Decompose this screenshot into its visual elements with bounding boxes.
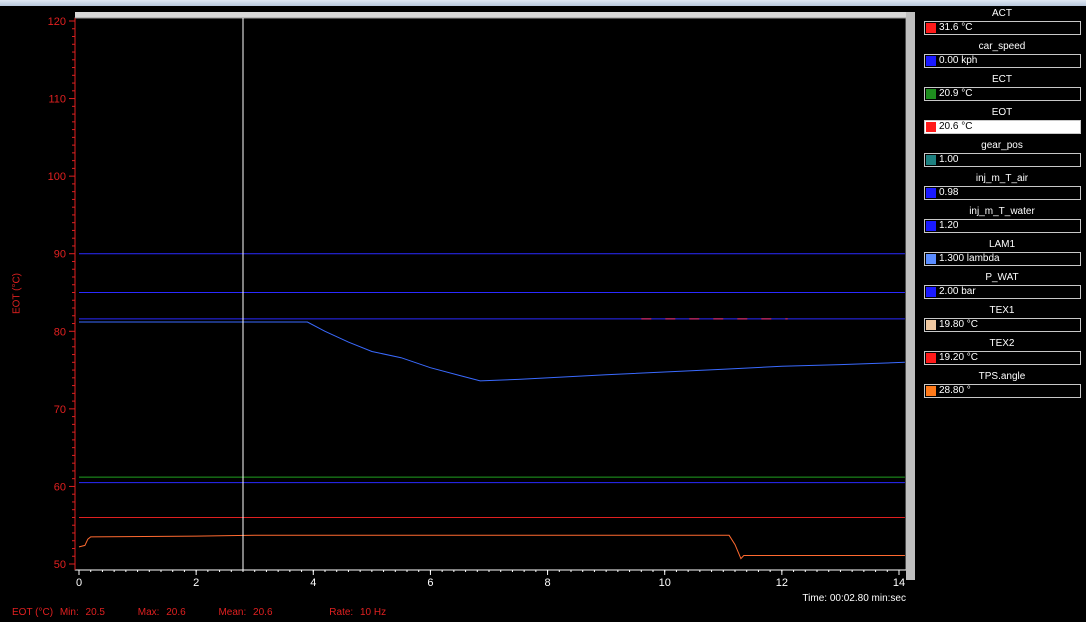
channel-inj-m-t-air[interactable]: inj_m_T_air 0.98 (922, 172, 1082, 205)
y-tick-label: 110 (48, 94, 66, 106)
channel-value: 20.9 °C (939, 88, 973, 99)
channel-lam1[interactable]: LAM1 1.300 lambda (922, 238, 1082, 271)
x-tick-label: 10 (659, 577, 671, 589)
channel-value-box[interactable]: 20.9 °C (924, 87, 1081, 101)
channel-p-wat[interactable]: P_WAT 2.00 bar (922, 271, 1082, 304)
channel-value-box[interactable]: 0.98 (924, 186, 1081, 200)
x-tick-label: 4 (310, 577, 316, 589)
x-tick-label: 2 (193, 577, 199, 589)
stats-min-value: 20.5 (85, 607, 105, 618)
stats-rate-label: Rate: (329, 607, 354, 618)
stats-mean-value: 20.6 (253, 607, 273, 618)
stats-max-label: Max: (137, 607, 160, 618)
channel-color-swatch (926, 122, 936, 132)
y-tick-label: 120 (48, 16, 66, 28)
stats-mean-label: Mean: (218, 607, 247, 618)
channel-value: 1.20 (939, 220, 959, 231)
channel-color-swatch (926, 155, 936, 165)
channel-value-box[interactable]: 19.80 °C (924, 318, 1081, 332)
channel-gear-pos[interactable]: gear_pos 1.00 (922, 139, 1082, 172)
channel-name: EOT (991, 107, 1013, 118)
channel-tex2[interactable]: TEX2 19.20 °C (922, 337, 1082, 370)
channel-value: 0.98 (939, 187, 959, 198)
channel-tps-angle[interactable]: TPS.angle 28.80 ° (922, 370, 1082, 403)
channel-value: 1.00 (939, 154, 959, 165)
channel-name: TEX1 (989, 305, 1015, 316)
channel-inj-m-t-water[interactable]: inj_m_T_water 1.20 (922, 205, 1082, 238)
channel-color-swatch (926, 188, 936, 198)
channel-name: TEX2 (989, 338, 1015, 349)
y-tick-label: 50 (54, 559, 66, 571)
channel-act[interactable]: ACT 31.6 °C (922, 7, 1082, 40)
channel-name: LAM1 (988, 239, 1016, 250)
channel-color-swatch (926, 386, 936, 396)
channel-value: 1.300 lambda (939, 253, 1000, 264)
channel-value-box[interactable]: 2.00 bar (924, 285, 1081, 299)
channel-value-box[interactable]: 1.00 (924, 153, 1081, 167)
channel-value: 31.6 °C (939, 22, 973, 33)
channel-value-box[interactable]: 0.00 kph (924, 54, 1081, 68)
channel-ect[interactable]: ECT 20.9 °C (922, 73, 1082, 106)
y-tick-label: 90 (54, 249, 66, 261)
plot-frame (74, 17, 907, 571)
x-tick-label: 6 (427, 577, 433, 589)
stats-max-value: 20.6 (166, 607, 186, 618)
channel-value: 0.00 kph (939, 55, 978, 66)
y-axis-label: EOT (°C) (11, 272, 23, 315)
channel-value: 28.80 ° (939, 385, 971, 396)
x-tick-label: 12 (776, 577, 788, 589)
channel-color-swatch (926, 287, 936, 297)
channel-tex1[interactable]: TEX1 19.80 °C (922, 304, 1082, 337)
eot-chart[interactable]: 50 60 70 80 90 100 110 120 0 2 4 6 8 10 12 14 (0, 0, 920, 600)
x-tick-label: 0 (76, 577, 82, 589)
plot-right-scrollbar (906, 12, 915, 580)
channel-value: 20.6 °C (939, 121, 973, 132)
y-tick-label: 70 (54, 404, 66, 416)
channel-name: P_WAT (985, 272, 1019, 283)
channel-value-box[interactable]: 19.20 °C (924, 351, 1081, 365)
channel-car-speed[interactable]: car_speed 0.00 kph (922, 40, 1082, 73)
channel-eot[interactable]: EOT 20.6 °C (922, 106, 1082, 139)
channel-value-box[interactable]: 20.6 °C (924, 120, 1081, 134)
channel-name: inj_m_T_water (969, 206, 1035, 217)
channel-value-box[interactable]: 28.80 ° (924, 384, 1081, 398)
channel-name: gear_pos (981, 140, 1023, 151)
channel-color-swatch (926, 353, 936, 363)
channel-name: inj_m_T_air (975, 173, 1029, 184)
channel-value: 19.20 °C (939, 352, 979, 363)
y-tick-label: 100 (48, 171, 66, 183)
channel-color-swatch (926, 56, 936, 66)
channel-value: 2.00 bar (939, 286, 976, 297)
y-tick-label: 80 (54, 326, 66, 338)
stats-rate-value: 10 Hz (359, 607, 387, 618)
time-readout: Time: 00:02.80 min:sec (802, 593, 906, 604)
channel-legend: ACT 31.6 °C car_speed 0.00 kph ECT 20.9 °C EOT… (922, 7, 1082, 403)
channel-value-box[interactable]: 1.300 lambda (924, 252, 1081, 266)
channel-name: ECT (992, 74, 1012, 85)
channel-name: TPS.angle (978, 371, 1026, 382)
channel-value: 19.80 °C (939, 319, 979, 330)
channel-stats: EOT (°C) Min: 20.5 Max: 20.6 Mean: 20.6 … (12, 607, 390, 618)
stats-min-label: Min: (59, 607, 79, 618)
x-tick-label: 14 (893, 577, 905, 589)
plot-header-strip (75, 12, 906, 18)
channel-name: ACT (992, 8, 1012, 19)
y-tick-label: 60 (54, 481, 66, 493)
channel-value-box[interactable]: 1.20 (924, 219, 1081, 233)
channel-color-swatch (926, 254, 936, 264)
channel-color-swatch (926, 221, 936, 231)
channel-value-box[interactable]: 31.6 °C (924, 21, 1081, 35)
channel-color-swatch (926, 23, 936, 33)
stats-channel: EOT (°C) (12, 607, 54, 618)
channel-name: car_speed (978, 41, 1026, 52)
channel-color-swatch (926, 320, 936, 330)
x-tick-label: 8 (545, 577, 551, 589)
channel-color-swatch (926, 89, 936, 99)
